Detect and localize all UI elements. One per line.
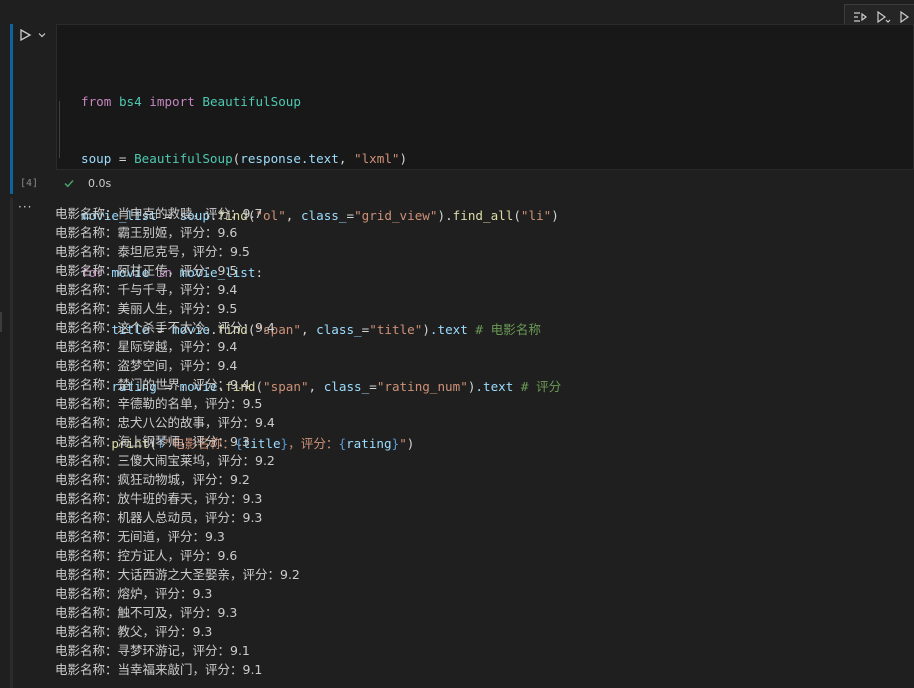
- output-line: 电影名称：海上钢琴师，评分：9.3: [55, 434, 250, 449]
- output-line: 电影名称：大话西游之大圣娶亲，评分：9.2: [55, 567, 300, 582]
- code-cell[interactable]: from bs4 import BeautifulSoup soup = Bea…: [10, 24, 914, 451]
- keyword: from: [81, 94, 112, 109]
- output-line: 电影名称：楚门的世界，评分：9.4: [55, 377, 250, 392]
- output-line: 电影名称：无间道，评分：9.3: [55, 529, 225, 544]
- output-line: 电影名称：熔炉，评分：9.3: [55, 586, 213, 601]
- keyword: import: [149, 94, 195, 109]
- operator: =: [111, 151, 135, 166]
- output-line: 电影名称：肖申克的救赎，评分：9.7: [55, 206, 263, 221]
- output-line: 电影名称：寻梦环游记，评分：9.1: [55, 643, 250, 658]
- output-line: 电影名称：辛德勒的名单，评分：9.5: [55, 396, 263, 411]
- output-line: 电影名称：当幸福来敲门，评分：9.1: [55, 662, 263, 677]
- execution-time: 0.0s: [88, 176, 112, 190]
- cell-status-row: [4] 0.0s: [10, 174, 914, 192]
- output-line: 电影名称：触不可及，评分：9.3: [55, 605, 238, 620]
- class-name: BeautifulSoup: [134, 151, 233, 166]
- output-gutter: [10, 198, 13, 688]
- code-line-1: from bs4 import BeautifulSoup: [81, 92, 913, 111]
- variable: soup: [81, 151, 112, 166]
- output-line: 电影名称：盗梦空间，评分：9.4: [55, 358, 238, 373]
- output-line: 电影名称：放牛班的春天，评分：9.3: [55, 491, 263, 506]
- output-line: 电影名称：教父，评分：9.3: [55, 624, 213, 639]
- class-name: BeautifulSoup: [202, 94, 301, 109]
- code-editor[interactable]: from bs4 import BeautifulSoup soup = Bea…: [56, 24, 914, 451]
- check-icon: [62, 176, 76, 190]
- output-line: 电影名称：疯狂动物城，评分：9.2: [55, 472, 250, 487]
- module-name: bs4: [118, 94, 142, 109]
- run-cell-icon[interactable]: [16, 26, 34, 44]
- output-line: 电影名称：三傻大闹宝莱坞，评分：9.2: [55, 453, 275, 468]
- output-line: 电影名称：阿甘正传，评分：9.5: [55, 263, 238, 278]
- output-line: 电影名称：这个杀手不太冷，评分：9.4: [55, 320, 275, 335]
- notebook-page: from bs4 import BeautifulSoup soup = Bea…: [0, 0, 914, 688]
- output-line: 电影名称：千与千寻，评分：9.4: [55, 282, 238, 297]
- run-controls: [16, 26, 48, 44]
- output-line: 电影名称：泰坦尼克号，评分：9.5: [55, 244, 250, 259]
- indent-guide: [59, 101, 60, 158]
- execution-count: [4]: [20, 177, 39, 189]
- output-line: 电影名称：控方证人，评分：9.6: [55, 548, 238, 563]
- output-line: 电影名称：美丽人生，评分：9.5: [55, 301, 238, 316]
- comma: ,: [338, 151, 355, 166]
- cell-output: ··· 电影名称：肖申克的救赎，评分：9.7 电影名称：霸王别姬，评分：9.6 电影…: [10, 198, 914, 688]
- code-line-2: soup = BeautifulSoup(response.text, "lxm…: [81, 149, 913, 168]
- cell-focus-indicator: [10, 24, 13, 194]
- string: "lxml": [354, 151, 400, 166]
- output-line: 电影名称：星际穿越，评分：9.4: [55, 339, 238, 354]
- output-line: 电影名称：机器人总动员，评分：9.3: [55, 510, 263, 525]
- output-line: 电影名称：霸王别姬，评分：9.6: [55, 225, 238, 240]
- output-text: 电影名称：肖申克的救赎，评分：9.7 电影名称：霸王别姬，评分：9.6 电影名称：泰…: [55, 204, 300, 679]
- scroll-indicator: [0, 312, 2, 332]
- chevron-down-icon[interactable]: [36, 26, 48, 44]
- output-more-icon[interactable]: ···: [18, 200, 32, 214]
- output-line: 电影名称：忠犬八公的故事，评分：9.4: [55, 415, 275, 430]
- argument: response.text: [240, 151, 339, 166]
- paren: ): [399, 151, 408, 166]
